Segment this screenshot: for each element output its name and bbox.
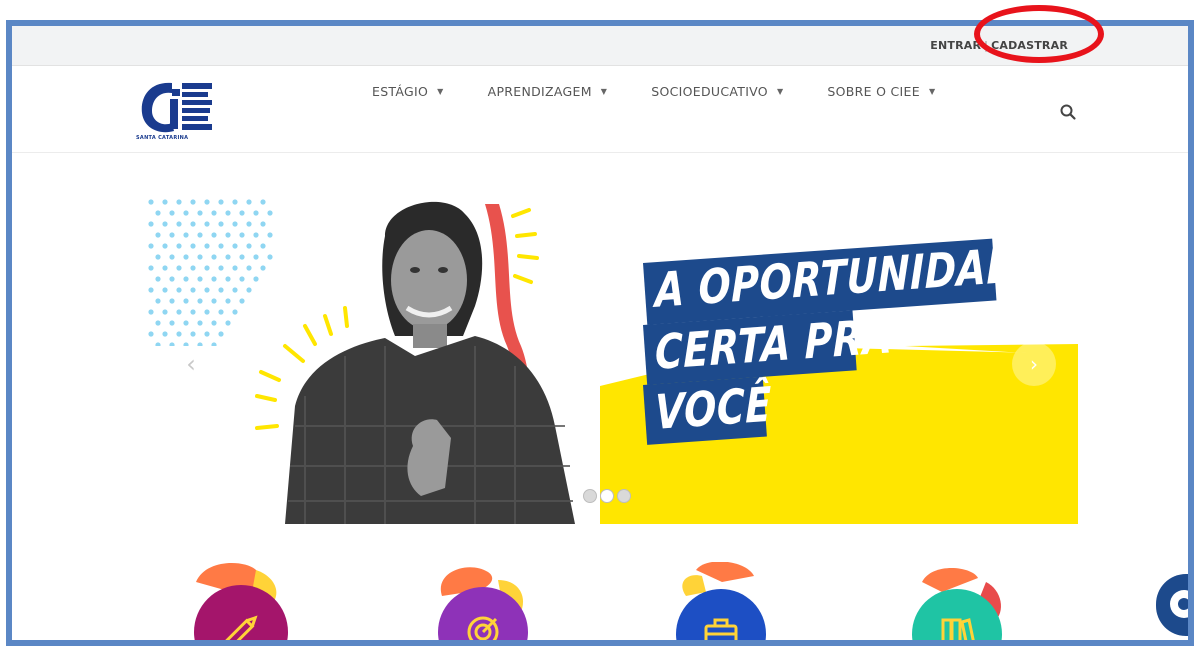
caret-down-icon: ▼	[437, 87, 444, 96]
service-sobre-o-ciee[interactable]	[902, 562, 1012, 640]
carousel-indicators	[583, 489, 634, 503]
site-header: SANTA CATARINA ESTÁGIO ▼ APRENDIZAGEM ▼ …	[12, 67, 1188, 153]
carousel-next-button[interactable]: ›	[1012, 342, 1056, 386]
books-icon	[912, 568, 1002, 640]
nav-item-aprendizagem[interactable]: APRENDIZAGEM ▼	[488, 84, 608, 99]
hero-carousel: A OPORTUNIDADE CERTA PRA VOCÊ	[145, 196, 1078, 524]
logo-subtext: SANTA CATARINA	[136, 135, 189, 141]
caret-down-icon: ▼	[928, 87, 936, 96]
nav-item-label: ESTÁGIO	[372, 84, 429, 99]
service-aprendizagem[interactable]	[428, 562, 538, 640]
main-nav: ESTÁGIO ▼ APRENDIZAGEM ▼ SOCIOEDUCATIVO …	[372, 84, 979, 99]
carousel-dot[interactable]	[600, 489, 614, 503]
nav-item-estagio[interactable]: ESTÁGIO ▼	[372, 84, 444, 99]
carousel-dot[interactable]	[617, 489, 631, 503]
caret-down-icon: ▼	[600, 87, 608, 96]
login-link[interactable]: ENTRAR	[930, 39, 981, 52]
ciee-logo[interactable]: SANTA CATARINA	[136, 77, 220, 147]
chat-icon	[1170, 590, 1188, 618]
nav-item-label: SOCIOEDUCATIVO	[651, 84, 768, 99]
carousel-prev-button[interactable]: ‹	[176, 344, 206, 384]
headline-line-3: VOCÊ	[655, 376, 772, 441]
caret-down-icon: ▼	[776, 87, 784, 96]
service-estagio[interactable]	[186, 562, 296, 640]
chevron-right-icon: ›	[1030, 352, 1038, 376]
service-socioeducativo[interactable]	[666, 561, 776, 640]
target-icon	[438, 567, 528, 640]
chevron-left-icon: ‹	[186, 350, 196, 378]
briefcase-icon	[676, 561, 766, 640]
search-button[interactable]	[1059, 103, 1077, 121]
pencil-icon	[194, 562, 288, 640]
carousel-dot[interactable]	[583, 489, 597, 503]
nav-item-sobre-o-ciee[interactable]: SOBRE O CIEE ▼	[827, 84, 935, 99]
nav-item-label: SOBRE O CIEE	[827, 84, 920, 99]
nav-item-label: APRENDIZAGEM	[487, 84, 592, 99]
nav-item-socioeducativo[interactable]: SOCIOEDUCATIVO ▼	[651, 84, 783, 99]
browser-viewport: ENTRAR | CADASTRAR SANTA CATARINA ESTÁGI…	[6, 20, 1194, 646]
annotation-highlight-oval	[974, 5, 1104, 63]
chat-widget-button[interactable]	[1156, 574, 1188, 636]
search-icon	[1060, 104, 1076, 120]
ciee-logo-mark	[141, 82, 212, 133]
